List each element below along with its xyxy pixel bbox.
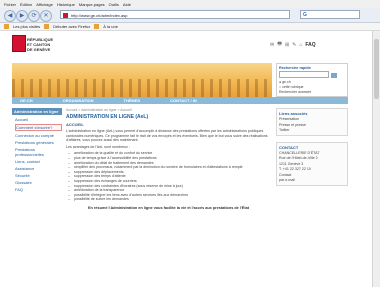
forward-button[interactable]: ▶ [16, 10, 28, 22]
sidebar-item[interactable]: Liens, contact [15, 159, 62, 164]
reload-button[interactable]: ⟳ [28, 10, 40, 22]
print-icon[interactable]: 🖶 [277, 41, 282, 49]
url-bar[interactable]: http://www.ge.ch/adm/index.asp [60, 10, 290, 19]
search-panel: Recherche rapide ● ge.ch ○ cette rubriqu… [276, 63, 348, 97]
page-content: RÉPUBLIQUE ET CANTON DE GENÈVE ✉ 🖶 ⊞ ✎ ⌂… [0, 31, 373, 287]
search-input[interactable] [279, 71, 329, 78]
list-item: possibilité de suivre les demandes [66, 197, 271, 202]
menu-outils[interactable]: Outils [109, 2, 119, 7]
site-nav: GE.CH ORGANISATION THÈMES CONTACT / IN [12, 97, 348, 104]
sidebar-item[interactable]: FAQ [15, 187, 62, 192]
hero-banner [12, 63, 272, 97]
menu-marque-pages[interactable]: Marque-pages [79, 2, 105, 7]
nav-gech[interactable]: GE.CH [20, 98, 33, 103]
contact-line: Rue de l'Hôtel-de-Ville 2 [279, 156, 318, 160]
nav-organisation[interactable]: ORGANISATION [63, 98, 94, 103]
sidebar-item[interactable]: Glossaire [15, 180, 62, 185]
contact-line: 1211 Genève 3 [279, 161, 304, 166]
search-button[interactable] [331, 73, 337, 78]
site-favicon-icon [63, 13, 68, 18]
right-sidebar: Liens associés Présentation Presse et pr… [276, 108, 348, 288]
logo-text-line: DE GENÈVE [27, 47, 51, 52]
related-link[interactable]: Twitter [279, 128, 345, 133]
menu-fichier[interactable]: Fichier [4, 2, 16, 7]
geneva-logo [12, 35, 26, 52]
intro-paragraph: L'administration en ligne (AeL) vous per… [66, 129, 268, 143]
box-heading: Liens associés [279, 111, 308, 116]
bookmarks-bar: Les plus visités Débuter avec Firefox À … [0, 23, 380, 31]
sidebar-item[interactable]: Sécurité [15, 173, 62, 178]
hero-skyline [12, 79, 272, 97]
stop-button[interactable]: ✕ [40, 10, 52, 22]
grid-icon[interactable]: ⊞ [285, 42, 289, 48]
left-sidebar: Administration en ligne Accueil Comment … [12, 108, 62, 288]
bookmark-icon [44, 24, 50, 29]
sidebar-item[interactable]: Accueil [15, 117, 62, 122]
search-engine-box[interactable]: G [300, 10, 360, 19]
bookmark-most-visited[interactable]: Les plus visités [13, 24, 40, 29]
box-heading: CONTACT [279, 144, 299, 150]
bookmark-news[interactable]: À la une [103, 24, 118, 29]
sidebar-heading: Administration en ligne [12, 108, 62, 115]
related-links-box: Liens associés Présentation Presse et pr… [276, 108, 348, 136]
bookmark-icon [94, 24, 100, 29]
main-content: Accueil > Administration en ligne > Accu… [66, 108, 271, 288]
url-text: http://www.ge.ch/adm/index.asp [71, 13, 128, 18]
search-option[interactable]: ○ cette rubrique [279, 85, 345, 89]
related-link[interactable]: Présentation [279, 117, 345, 122]
nav-contact[interactable]: CONTACT / IN [170, 98, 197, 103]
back-button[interactable]: ◀ [4, 10, 16, 22]
menu-historique[interactable]: Historique [57, 2, 75, 7]
mail-icon[interactable]: ✉ [270, 42, 274, 48]
logo-text: RÉPUBLIQUE ET CANTON DE GENÈVE [27, 37, 53, 52]
contact-box: CONTACT CHANCELLERIE D'ÉTAT Rue de l'Hôt… [276, 141, 348, 186]
search-option[interactable]: ● ge.ch [279, 80, 345, 84]
menu-affichage[interactable]: Affichage [36, 2, 53, 7]
nav-themes[interactable]: THÈMES [124, 98, 141, 103]
menu-edition[interactable]: Édition [20, 2, 32, 7]
sidebar-item[interactable]: Assistance [15, 166, 62, 171]
edit-icon[interactable]: ✎ [292, 42, 296, 48]
sidebar-item[interactable]: Prestations professionnelles [15, 147, 62, 157]
bookmark-icon [4, 24, 9, 29]
search-advanced-link[interactable]: Rechercher avancée [279, 90, 345, 94]
menu-aide[interactable]: Aide [123, 2, 131, 7]
contact-line: par e-mail [279, 178, 295, 182]
section-title: ACCUEIL [66, 122, 84, 127]
summary-text: En résumé l'Administration en ligne vous… [88, 205, 249, 210]
advantages-heading: Les avantages de l'AeL sont nombreux : [66, 144, 130, 149]
contact-line: CHANCELLERIE D'ÉTAT [279, 150, 320, 155]
faq-link[interactable]: FAQ [305, 42, 315, 48]
top-icons: ✉ 🖶 ⊞ ✎ ⌂ FAQ [270, 41, 319, 49]
related-link[interactable]: Presse et presse [279, 123, 345, 128]
scrollbar-thumb[interactable] [374, 39, 379, 99]
browser-navbar: ◀ ▶ ⟳ ✕ http://www.ge.ch/adm/index.asp G [0, 8, 380, 23]
search-title: Recherche rapide [279, 66, 311, 70]
sidebar-item[interactable]: Prestations générales [15, 140, 62, 145]
home-icon[interactable]: ⌂ [299, 42, 302, 48]
sidebar-item[interactable]: Connexion au compte [15, 133, 62, 138]
breadcrumb: Accueil > Administration en ligne > Accu… [66, 108, 132, 112]
advantages-list: amélioration de la qualité et du confort… [66, 151, 271, 202]
bookmark-getting-started[interactable]: Débuter avec Firefox [53, 24, 90, 29]
google-icon: G [303, 12, 307, 18]
vertical-scrollbar[interactable] [372, 31, 380, 287]
contact-link[interactable]: Contact [279, 173, 345, 178]
page-title: ADMINISTRATION EN LIGNE (AeL) [66, 114, 149, 120]
contact-line: T. +41 22 327 22 10 [279, 167, 311, 171]
sidebar-item-active[interactable]: Comment s'inscrire? [15, 124, 62, 131]
